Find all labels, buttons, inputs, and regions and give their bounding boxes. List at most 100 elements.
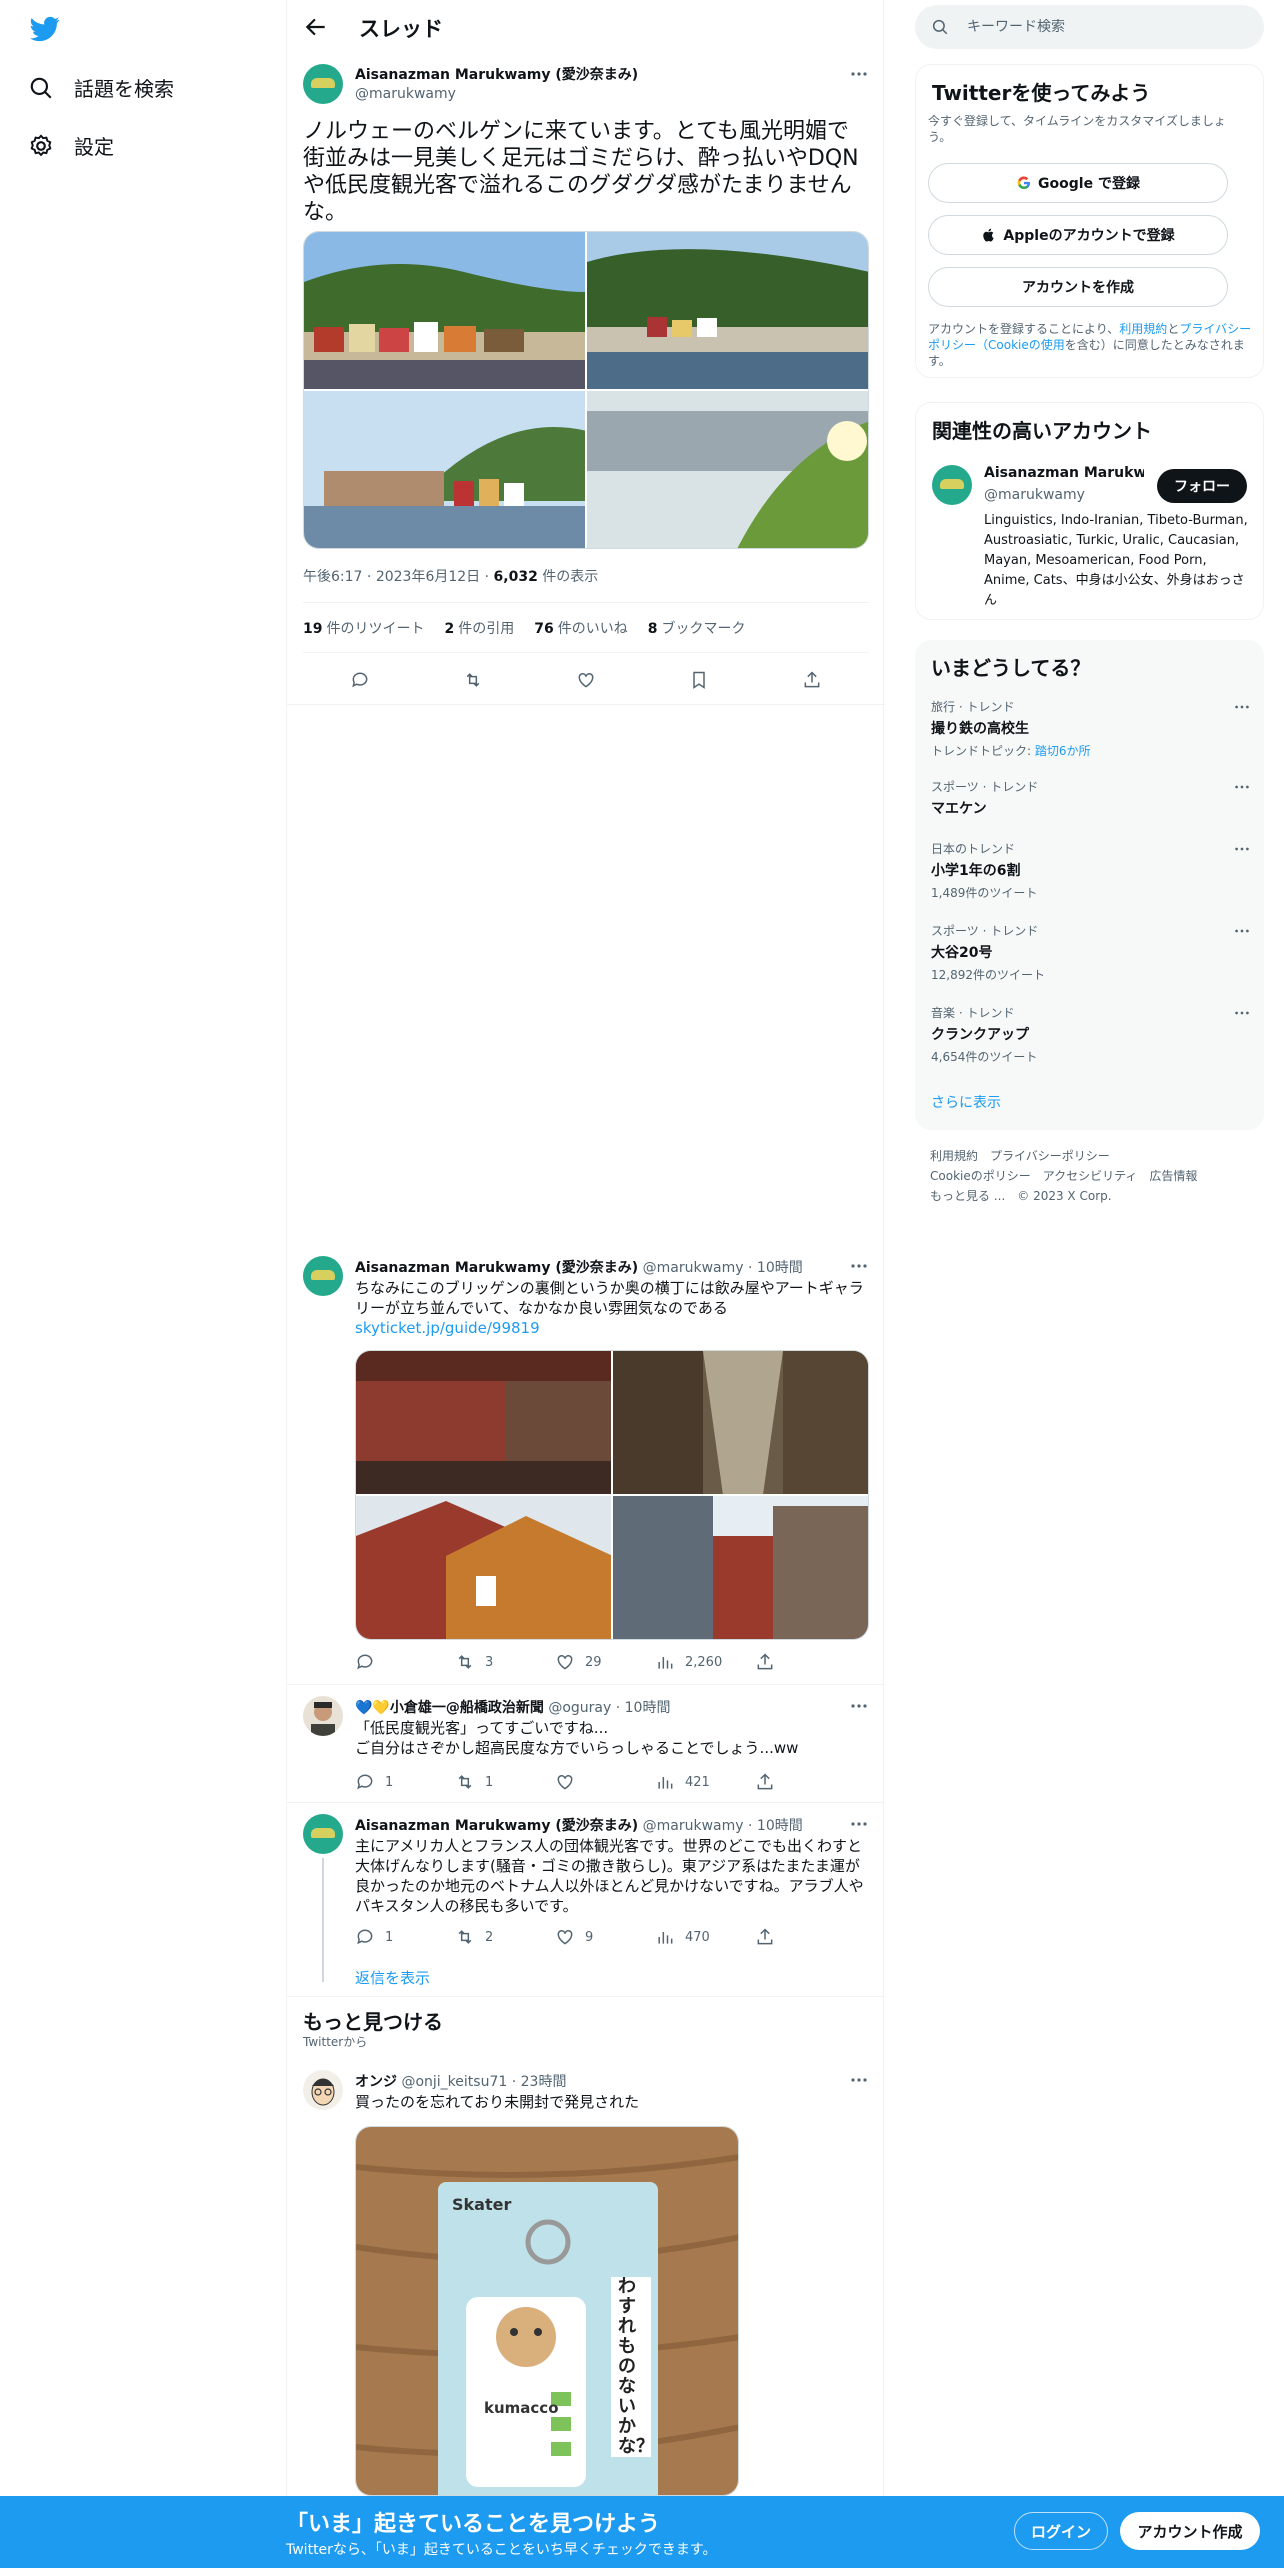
bookmark-icon[interactable]	[689, 670, 709, 690]
product-slogan: わすれものないかな？	[618, 2276, 654, 2457]
reply-icon[interactable]: 1	[355, 1772, 393, 1792]
nav-explore[interactable]: 話題を検索	[28, 73, 174, 102]
like-icon[interactable]: 9	[555, 1927, 593, 1947]
author-name[interactable]: Aisanazman Marukwamy (愛沙奈まみ)	[355, 1260, 638, 1276]
photo-wooden-buildings[interactable]	[613, 1496, 868, 1639]
more-options-icon[interactable]	[849, 2070, 869, 2090]
reply-time[interactable]: 10時間	[757, 1260, 803, 1276]
retweets-stat[interactable]: 19 件のリツイート	[303, 618, 424, 638]
avatar[interactable]	[303, 1696, 343, 1736]
views-icon[interactable]: 470	[655, 1927, 710, 1947]
retweet-icon[interactable]: 3	[455, 1652, 493, 1672]
author-name[interactable]: Aisanazman Marukwamy (愛沙奈まみ)	[355, 64, 638, 84]
bookmarks-stat[interactable]: 8 ブックマーク	[648, 618, 746, 638]
search-input[interactable]	[967, 19, 1247, 35]
author-name[interactable]: オンジ	[355, 2074, 397, 2090]
footer-accessibility[interactable]: アクセシビリティ	[1043, 1169, 1138, 1183]
search-bar[interactable]	[915, 5, 1264, 49]
likes-stat[interactable]: 76 件のいいね	[534, 618, 627, 638]
author-handle[interactable]: @oguray	[548, 1700, 611, 1716]
nav-settings[interactable]: 設定	[28, 131, 114, 160]
reply-icon[interactable]: 1	[355, 1927, 393, 1947]
more-options-icon[interactable]	[1233, 1004, 1251, 1022]
avatar[interactable]	[303, 64, 343, 104]
more-options-icon[interactable]	[849, 1256, 869, 1276]
reply-icon[interactable]	[355, 1652, 385, 1672]
footer-privacy[interactable]: プライバシーポリシー	[990, 1149, 1110, 1163]
views-icon[interactable]: 2,260	[655, 1652, 722, 1672]
trend-item[interactable]: スポーツ · トレンド マエケン	[931, 778, 1251, 818]
photo-bergen-buildings[interactable]	[304, 391, 585, 548]
trend-item[interactable]: スポーツ · トレンド 大谷20号 12,892件のツイート	[931, 922, 1251, 983]
author-name[interactable]: 💙💛小倉雄一@船橋政治新聞	[355, 1700, 544, 1716]
more-options-icon[interactable]	[849, 64, 869, 84]
views-icon[interactable]: 421	[655, 1772, 710, 1792]
photo-red-houses[interactable]	[356, 1496, 611, 1639]
more-options-icon[interactable]	[849, 1814, 869, 1834]
share-icon[interactable]	[755, 1772, 775, 1792]
tweet-time[interactable]: 23時間	[521, 2074, 567, 2090]
footer-ads[interactable]: 広告情報	[1149, 1169, 1197, 1183]
avatar[interactable]	[932, 465, 972, 505]
avatar[interactable]	[303, 1814, 343, 1854]
retweet-icon[interactable]: 2	[455, 1927, 493, 1947]
apple-signup-button[interactable]: Appleのアカウントで登録	[928, 215, 1228, 255]
related-name[interactable]: Aisanazman Marukwa...	[984, 465, 1144, 481]
tweet-media-grid[interactable]	[303, 231, 869, 549]
related-handle[interactable]: @marukwamy	[984, 487, 1085, 503]
back-arrow-icon[interactable]	[303, 14, 329, 40]
trend-item[interactable]: 音楽 · トレンド クランクアップ 4,654件のツイート	[931, 1004, 1251, 1065]
photo-wooden-alley[interactable]	[356, 1351, 611, 1494]
share-icon[interactable]	[755, 1652, 775, 1672]
tweet-time[interactable]: 午後6:17	[303, 569, 362, 585]
photo-city-view[interactable]	[587, 391, 868, 548]
like-icon[interactable]	[555, 1772, 585, 1792]
quotes-stat[interactable]: 2 件の引用	[444, 618, 514, 638]
show-replies-link[interactable]: 返信を表示	[355, 1967, 430, 1988]
avatar[interactable]	[303, 1256, 343, 1296]
author-handle[interactable]: @marukwamy	[643, 1818, 744, 1834]
photo-product[interactable]: Skater kumacco わすれものないかな？	[355, 2126, 739, 2496]
more-options-icon[interactable]	[849, 1696, 869, 1716]
tweet-date[interactable]: 2023年6月12日	[376, 569, 480, 585]
more-options-icon[interactable]	[1233, 698, 1251, 716]
photo-bryggen-waterfront[interactable]	[587, 232, 868, 389]
reply-icon[interactable]	[350, 670, 370, 690]
retweet-icon[interactable]: 1	[455, 1772, 493, 1792]
footer-more[interactable]: もっと見る ...	[930, 1189, 1005, 1203]
create-account-button[interactable]: アカウントを作成	[928, 267, 1228, 307]
apple-icon	[983, 228, 995, 242]
twitter-bird-icon[interactable]	[28, 14, 62, 44]
retweet-icon[interactable]	[463, 670, 483, 690]
like-icon[interactable]: 29	[555, 1652, 602, 1672]
trend-topic-link[interactable]: 踏切6か所	[1035, 744, 1091, 758]
reply-time[interactable]: 10時間	[625, 1700, 671, 1716]
login-button[interactable]: ログイン	[1014, 2512, 1108, 2550]
like-icon[interactable]	[576, 670, 596, 690]
avatar[interactable]	[303, 2070, 343, 2110]
reply-time[interactable]: 10時間	[757, 1818, 803, 1834]
more-options-icon[interactable]	[1233, 840, 1251, 858]
author-handle[interactable]: @onji_keitsu71	[401, 2074, 507, 2090]
photo-narrow-passage[interactable]	[613, 1351, 868, 1494]
cookie-link[interactable]: （Cookieの使用	[976, 338, 1065, 352]
footer-terms[interactable]: 利用規約	[930, 1149, 978, 1163]
author-handle[interactable]: @marukwamy	[355, 86, 456, 102]
author-name[interactable]: Aisanazman Marukwamy (愛沙奈まみ)	[355, 1818, 638, 1834]
author-handle[interactable]: @marukwamy	[643, 1260, 744, 1276]
trend-item[interactable]: 旅行 · トレンド 撮り鉄の高校生 トレンドトピック: 踏切6か所	[931, 698, 1251, 759]
follow-button[interactable]: フォロー	[1157, 469, 1247, 503]
share-icon[interactable]	[755, 1927, 775, 1947]
more-options-icon[interactable]	[1233, 922, 1251, 940]
photo-bergen-harbor[interactable]	[304, 232, 585, 389]
footer-cookie[interactable]: Cookieのポリシー	[930, 1169, 1031, 1183]
show-more-trends[interactable]: さらに表示	[931, 1092, 1001, 1112]
reply-media-grid[interactable]	[355, 1350, 869, 1640]
share-icon[interactable]	[802, 670, 822, 690]
google-signup-button[interactable]: Google で登録	[928, 163, 1228, 203]
reply-link[interactable]: skyticket.jp/guide/99819	[355, 1319, 540, 1337]
terms-link[interactable]: 利用規約	[1119, 322, 1167, 336]
signup-button[interactable]: アカウント作成	[1120, 2512, 1260, 2550]
more-options-icon[interactable]	[1233, 778, 1251, 796]
trend-item[interactable]: 日本のトレンド 小学1年の6割 1,489件のツイート	[931, 840, 1251, 901]
